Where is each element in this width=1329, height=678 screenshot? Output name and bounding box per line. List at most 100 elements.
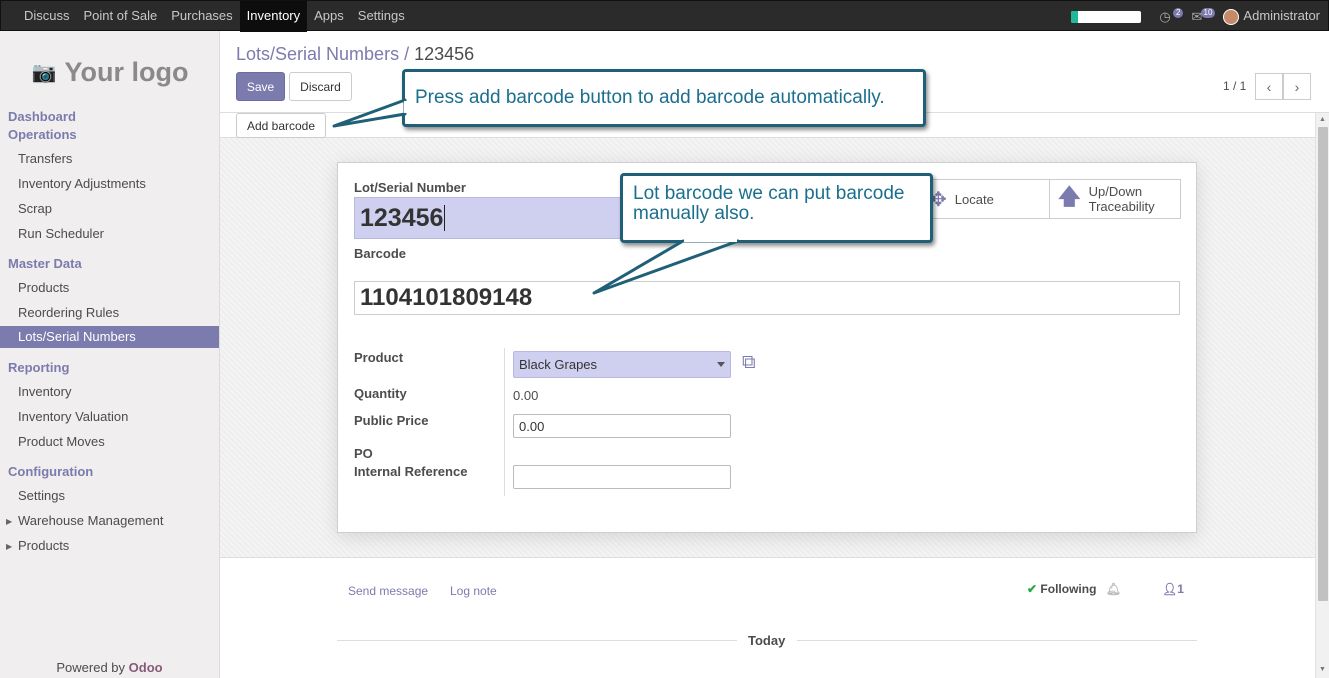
company-logo[interactable]: 📷 Your logo [22,51,198,93]
sidebar-item-product-moves[interactable]: Product Moves [18,434,105,449]
sidebar-item-dashboard[interactable]: Dashboard [8,109,76,124]
add-barcode-callout-text: Press add barcode button to add barcode … [415,87,885,108]
bell-icon: 🔔︎ [1105,582,1121,596]
powered-by: Powered by Odoo [0,660,219,675]
messages-count: 10 [1200,7,1216,18]
odoo-link[interactable]: Odoo [129,660,163,675]
sidebar-item-inventory-valuation[interactable]: Inventory Valuation [18,409,128,424]
discard-button[interactable]: Discard [289,72,352,101]
sidebar-section-master-data: Master Data [8,256,82,271]
followers-count: 1 [1177,582,1184,596]
onboarding-progress-bar[interactable] [1071,10,1142,23]
menu-point-of-sale[interactable]: Point of Sale [77,1,165,32]
menu-settings[interactable]: Settings [351,1,412,32]
progress-fill [1071,10,1079,23]
sidebar-item-config-products[interactable]: Products [18,538,69,553]
following-button[interactable]: ✔ Following 🔔︎ [1027,582,1121,596]
internal-reference-input[interactable] [513,465,731,489]
manual-barcode-callout-text: Lot barcode we can put barcode manually … [633,183,905,224]
caret-right-icon: ▶ [6,517,13,526]
quantity-label: Quantity [354,386,407,401]
menu-apps[interactable]: Apps [307,1,351,32]
lot-serial-input[interactable]: 123456 [354,197,624,239]
breadcrumb-current: 123456 [414,44,475,64]
caret-down-icon [717,362,725,367]
manual-barcode-callout: Lot barcode we can put barcode manually … [620,173,933,243]
app-menu: Discuss Point of Sale Purchases Inventor… [17,1,412,32]
save-button[interactable]: Save [236,72,285,101]
chevron-left-icon: ‹ [1266,78,1272,95]
scroll-up-icon[interactable]: ▲ [1319,116,1326,123]
powered-by-text: Powered by [56,660,129,675]
messages-button[interactable]: ✉ 10 [1191,7,1216,25]
scrollbar[interactable]: ▲ ▼ [1315,113,1329,678]
sidebar-item-reordering-rules[interactable]: Reordering Rules [18,305,119,320]
barcode-input[interactable]: 1104101809148 [354,281,1180,315]
add-barcode-callout: Press add barcode button to add barcode … [402,69,926,127]
chevron-right-icon: › [1294,78,1300,95]
lot-serial-value: 123456 [360,203,444,232]
sidebar-item-settings[interactable]: Settings [18,488,65,503]
breadcrumb-parent[interactable]: Lots/Serial Numbers / [236,44,409,64]
barcode-label: Barcode [354,246,407,261]
sidebar-section-reporting: Reporting [8,360,70,375]
check-icon: ✔ [1027,582,1038,596]
field-separator [504,348,505,496]
traceability-label: Up/Down Traceability [1088,184,1155,214]
camera-icon: 📷 [31,61,57,84]
clock-icon: ◷ [1159,8,1171,24]
sidebar-item-inventory-report[interactable]: Inventory [18,384,71,399]
locate-label: Locate [954,191,994,207]
product-value: Black Grapes [519,357,598,372]
user-name: Administrator [1243,8,1320,24]
menu-discuss[interactable]: Discuss [17,1,77,32]
public-price-input[interactable]: 0.00 [513,414,731,438]
sidebar-item-transfers[interactable]: Transfers [18,151,72,166]
product-label: Product [354,350,404,365]
sidebar-item-products[interactable]: Products [18,280,69,295]
sidebar: 📷 Your logo Dashboard Operations Transfe… [0,31,220,678]
activities-button[interactable]: ◷ 2 [1159,7,1184,25]
quantity-value: 0.00 [513,388,539,403]
menu-inventory[interactable]: Inventory [239,1,308,32]
sidebar-item-run-scheduler[interactable]: Run Scheduler [18,226,104,241]
traceability-button[interactable]: 🡅 Up/Down Traceability [1049,179,1181,219]
pager-value[interactable]: 1 / 1 [1223,79,1246,93]
lot-serial-label: Lot/Serial Number [354,180,466,195]
locate-button[interactable]: ✥ Locate [921,179,1050,219]
scroll-down-icon[interactable]: ▼ [1319,666,1326,673]
following-label: Following [1040,582,1097,596]
public-price-label: Public Price [354,413,429,428]
today-separator: Today [748,633,786,648]
logo-text: Your logo [64,56,189,87]
activities-count: 2 [1172,7,1184,18]
sidebar-item-inventory-adjustments[interactable]: Inventory Adjustments [18,176,146,191]
sidebar-item-lots-serial-numbers[interactable]: Lots/Serial Numbers [0,326,219,348]
sidebar-section-operations: Operations [8,127,77,142]
sidebar-section-configuration: Configuration [8,464,94,479]
send-message-button[interactable]: Send message [348,584,428,598]
pager-next-button[interactable]: › [1283,73,1311,100]
top-navbar: Discuss Point of Sale Purchases Inventor… [0,0,1329,32]
chatter [220,557,1315,678]
callout-pointer [592,238,740,295]
systray: ◷ 2 ✉ 10 Administrator [1071,1,1320,32]
breadcrumb: Lots/Serial Numbers / 123456 [236,44,474,65]
product-select[interactable]: Black Grapes [513,351,731,378]
menu-purchases[interactable]: Purchases [164,1,239,32]
pager-previous-button[interactable]: ‹ [1255,73,1283,100]
log-note-button[interactable]: Log note [450,584,497,598]
user-icon: 👤︎ [1162,582,1178,596]
user-menu[interactable]: Administrator [1223,8,1320,25]
scrollbar-thumb[interactable] [1318,127,1328,601]
po-label: PO [354,446,373,461]
followers-button[interactable]: 👤︎1 [1162,582,1184,596]
avatar [1223,8,1240,25]
text-cursor [444,205,446,231]
add-barcode-button[interactable]: Add barcode [236,113,326,138]
caret-right-icon: ▶ [6,542,13,551]
sidebar-item-warehouse-management[interactable]: Warehouse Management [18,513,164,528]
sidebar-item-scrap[interactable]: Scrap [18,201,52,216]
divider [337,640,737,641]
external-link-icon[interactable]: ⧉ [742,352,756,374]
